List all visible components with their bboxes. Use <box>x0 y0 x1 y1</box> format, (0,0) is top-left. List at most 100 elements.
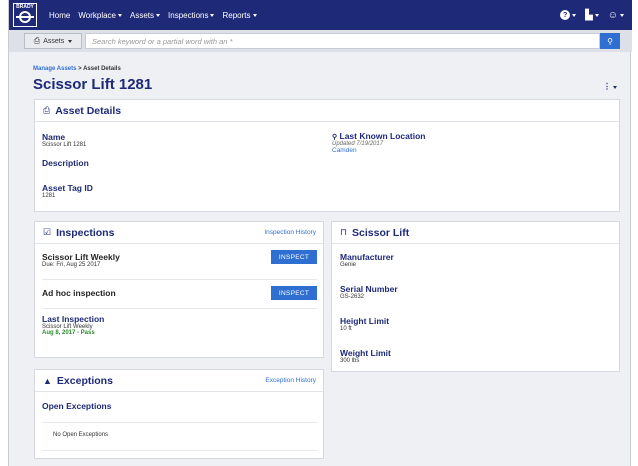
printer-icon: ⎙ <box>43 105 51 115</box>
chevron-down-icon <box>613 86 617 89</box>
map-pin-icon: ⚲ <box>332 134 338 141</box>
inspect-button[interactable]: INSPECT <box>271 250 317 264</box>
manufacturer-label: Manufacturer <box>340 252 394 262</box>
calendar-check-icon: ☑ <box>43 227 52 237</box>
nav-reports-label: Reports <box>222 10 251 20</box>
description-label: Description <box>42 158 89 168</box>
nav-inspections[interactable]: Inspections <box>168 10 215 20</box>
inspection-due: Due: Fri, Aug 25 2017 <box>42 262 101 268</box>
exception-history-link[interactable]: Exception History <box>265 377 316 384</box>
name-field: Name Scissor Lift 1281 <box>42 132 86 148</box>
height-limit-label: Height Limit <box>340 316 390 326</box>
divider <box>42 422 317 423</box>
asset-details-card: ⎙ Asset Details Name Scissor Lift 1281 D… <box>34 99 620 212</box>
chevron-down-icon <box>118 13 122 17</box>
asset-tag-label: Asset Tag ID <box>42 183 93 193</box>
logo-text: BRADY <box>16 4 34 10</box>
nav-inspections-label: Inspections <box>168 10 209 20</box>
main-nav: Home Workplace Assets Inspections Report… <box>49 11 265 20</box>
inspect-button[interactable]: INSPECT <box>271 286 317 300</box>
search-input[interactable]: Search keyword or a partial word with an… <box>85 33 600 49</box>
printer-icon: ⎙ <box>33 36 41 45</box>
search-scope-dropdown[interactable]: ⎙ Assets <box>24 33 82 49</box>
asset-tag-value: 1281 <box>42 193 56 199</box>
chevron-down-icon <box>68 39 73 43</box>
inspection-item: Scissor Lift Weekly Due: Fri, Aug 25 201… <box>42 252 120 268</box>
nav-workplace[interactable]: Workplace <box>78 11 122 20</box>
search-scope-label: Assets <box>43 37 65 45</box>
serial-number-value: GS-2632 <box>340 294 365 300</box>
last-inspection-label: Last Inspection <box>42 314 105 324</box>
app-frame: BRADY Home Workplace Assets Inspections … <box>8 0 632 466</box>
open-exceptions-label: Open Exceptions <box>42 401 112 411</box>
weight-limit-label: Weight Limit <box>340 348 391 358</box>
bookmark-icon: ⊓ <box>340 227 348 237</box>
nav-reports[interactable]: Reports <box>222 10 257 20</box>
scissor-lift-title: ⊓ Scissor Lift <box>340 227 409 239</box>
divider <box>42 279 317 280</box>
help-menu[interactable]: ? <box>560 10 577 20</box>
divider <box>42 308 317 309</box>
inspection-item: Ad hoc inspection <box>42 288 116 298</box>
exceptions-header: ▲ Exceptions Exception History <box>35 370 323 392</box>
brady-logo[interactable]: BRADY <box>13 3 37 27</box>
logo-mark-icon <box>16 11 34 23</box>
asset-details-title: ⎙ Asset Details <box>43 105 121 117</box>
nav-assets-label: Assets <box>130 10 155 20</box>
exceptions-title: ▲ Exceptions <box>43 375 113 387</box>
nav-right-icons: ? ▙ ☺ <box>551 10 624 21</box>
page-title: Scissor Lift 1281 <box>33 76 153 93</box>
height-limit-value: 10 ft <box>340 326 352 332</box>
chevron-down-icon <box>620 13 624 17</box>
last-inspection: Last Inspection Scissor Lift Weekly Aug … <box>42 314 104 336</box>
chevron-down-icon <box>572 13 577 17</box>
warning-icon: ▲ <box>43 375 52 386</box>
manufacturer-value: Genie <box>340 262 357 268</box>
name-label: Name <box>42 132 66 142</box>
divider <box>42 450 317 451</box>
top-navbar: BRADY Home Workplace Assets Inspections … <box>9 0 632 30</box>
page-actions-menu[interactable]: ⋮ <box>603 82 617 91</box>
weight-limit-value: 300 lbs <box>340 358 360 364</box>
search-icon: ⚲ <box>607 36 613 46</box>
location-link[interactable]: Camden <box>332 147 425 154</box>
manufacturer-field: Manufacturer Genie <box>340 252 394 268</box>
scissor-lift-header: ⊓ Scissor Lift <box>332 222 619 244</box>
search-button[interactable]: ⚲ <box>600 33 620 49</box>
nav-assets[interactable]: Assets <box>130 10 161 20</box>
exceptions-card: ▲ Exceptions Exception History Open Exce… <box>34 369 324 459</box>
serial-number-label: Serial Number <box>340 284 398 294</box>
inspections-header: ☑ Inspections Inspection History <box>35 222 323 244</box>
scissor-lift-card: ⊓ Scissor Lift Manufacturer Genie Serial… <box>331 221 620 372</box>
inspection-history-link[interactable]: Inspection History <box>264 229 316 236</box>
search-bar: ⎙ Assets Search keyword or a partial wor… <box>9 30 632 52</box>
last-inspection-result: Aug 8, 2017 - Pass <box>42 330 95 336</box>
chevron-down-icon <box>210 13 215 17</box>
exceptions-title-text: Exceptions <box>56 374 113 387</box>
weight-limit-field: Weight Limit 300 lbs <box>340 348 391 364</box>
reports-chart-menu[interactable]: ▙ <box>585 10 599 21</box>
chevron-down-icon <box>252 13 257 17</box>
breadcrumb-manage-assets[interactable]: Manage Assets <box>33 66 76 72</box>
asset-details-header: ⎙ Asset Details <box>35 100 619 122</box>
inspections-title-text: Inspections <box>56 226 115 239</box>
chevron-down-icon <box>156 13 161 17</box>
chevron-down-icon <box>594 13 599 17</box>
kebab-menu-icon: ⋮ <box>603 82 611 91</box>
user-icon: ☺ <box>607 9 618 21</box>
nav-workplace-label: Workplace <box>78 10 116 20</box>
no-exceptions-text: No Open Exceptions <box>53 432 109 438</box>
location-label-text: Last Known Location <box>339 131 426 141</box>
inspection-name: Scissor Lift Weekly <box>42 252 120 262</box>
height-limit-field: Height Limit 10 ft <box>340 316 389 332</box>
breadcrumb-current: Asset Details <box>83 66 121 72</box>
serial-number-field: Serial Number GS-2632 <box>340 284 398 300</box>
nav-home[interactable]: Home <box>49 11 70 20</box>
location-field: ⚲ Last Known Location Updated 7/19/2017 … <box>332 131 425 154</box>
inspections-title: ☑ Inspections <box>43 227 114 239</box>
name-value: Scissor Lift 1281 <box>42 142 87 148</box>
asset-tag-field: Asset Tag ID 1281 <box>42 183 93 199</box>
help-icon: ? <box>560 10 571 20</box>
breadcrumb: Manage Assets > Asset Details <box>33 66 121 72</box>
user-menu[interactable]: ☺ <box>608 10 624 21</box>
